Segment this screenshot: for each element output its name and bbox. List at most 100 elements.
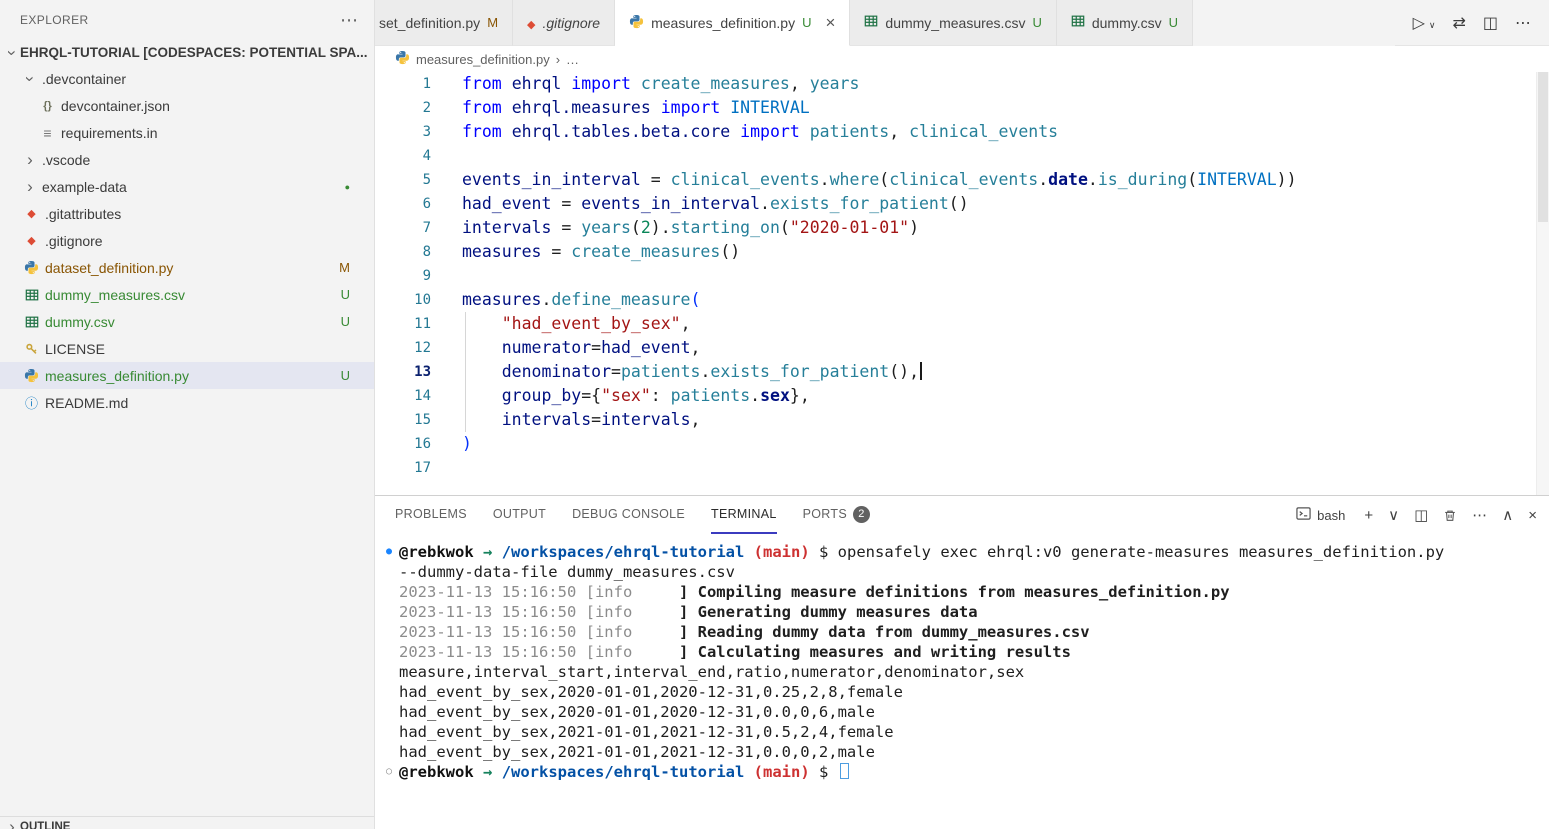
terminal-output[interactable]: ●@rebkwok → /workspaces/ehrql-tutorial (… xyxy=(375,534,1549,829)
tree-item-.gitattributes[interactable]: ◆.gitattributes xyxy=(0,200,374,227)
file-label: example-data xyxy=(42,179,127,195)
code-line-13[interactable]: 13 denominator=patients.exists_for_patie… xyxy=(375,360,1549,384)
decoration-spacer xyxy=(379,662,399,682)
tab-dummy_measures.csv[interactable]: dummy_measures.csvU xyxy=(850,0,1056,46)
code-line-5[interactable]: 5events_in_interval = clinical_events.wh… xyxy=(375,168,1549,192)
terminal-text: had_event_by_sex,2021-01-01,2021-12-31,0… xyxy=(399,722,894,742)
run-dropdown-icon[interactable]: ∨ xyxy=(1429,20,1436,31)
kill-terminal-icon[interactable] xyxy=(1443,508,1457,523)
bottom-panel: PROBLEMS OUTPUT DEBUG CONSOLE TERMINAL PORTS… xyxy=(375,495,1549,829)
line-number[interactable]: 13 xyxy=(375,360,431,384)
line-number[interactable]: 6 xyxy=(375,192,431,216)
code-line-4[interactable]: 4 xyxy=(375,144,1549,168)
terminal-text: 2023-11-13 15:16:50 [info ] Compiling me… xyxy=(399,582,1230,602)
split-terminal-icon[interactable]: ◫ xyxy=(1414,506,1428,524)
code-line-7[interactable]: 7intervals = years(2).starting_on("2020-… xyxy=(375,216,1549,240)
workspace-root-label: EHRQL-TUTORIAL [CODESPACES: POTENTIAL SP… xyxy=(20,45,368,60)
line-number[interactable]: 12 xyxy=(375,336,431,360)
breadcrumb-file[interactable]: measures_definition.py xyxy=(416,52,550,67)
line-number[interactable]: 5 xyxy=(375,168,431,192)
code-text: intervals=intervals, xyxy=(431,408,700,432)
git-status-badge: U xyxy=(1169,15,1178,30)
tree-item-dummy.csv[interactable]: dummy.csvU xyxy=(0,308,374,335)
panel-tab-debug-console[interactable]: DEBUG CONSOLE xyxy=(572,496,685,534)
line-number[interactable]: 10 xyxy=(375,288,431,312)
close-panel-icon[interactable]: × xyxy=(1528,507,1537,524)
panel-tab-output[interactable]: OUTPUT xyxy=(493,496,546,534)
terminal-line: 2023-11-13 15:16:50 [info ] Reading dumm… xyxy=(379,622,1549,642)
breadcrumb-symbol[interactable]: … xyxy=(566,52,579,67)
code-text: group_by={"sex": patients.sex}, xyxy=(431,384,810,408)
line-number[interactable]: 3 xyxy=(375,120,431,144)
tree-item-LICENSE[interactable]: LICENSE xyxy=(0,335,374,362)
line-number[interactable]: 17 xyxy=(375,456,431,480)
line-number[interactable]: 2 xyxy=(375,96,431,120)
line-number[interactable]: 15 xyxy=(375,408,431,432)
editor-more-actions-icon[interactable]: ⋯ xyxy=(1515,13,1531,33)
line-number[interactable]: 4 xyxy=(375,144,431,168)
maximize-panel-icon[interactable]: ∧ xyxy=(1502,506,1513,524)
run-button[interactable]: ▷ xyxy=(1413,13,1425,33)
untracked-dot-icon: ● xyxy=(345,182,350,192)
tab-.gitignore[interactable]: ◆.gitignore xyxy=(513,0,615,46)
line-number[interactable]: 9 xyxy=(375,264,431,288)
code-line-12[interactable]: 12 numerator=had_event, xyxy=(375,336,1549,360)
code-line-3[interactable]: 3from ehrql.tables.beta.core import pati… xyxy=(375,120,1549,144)
tree-item-dummy_measures.csv[interactable]: dummy_measures.csvU xyxy=(0,281,374,308)
code-line-10[interactable]: 10measures.define_measure( xyxy=(375,288,1549,312)
new-terminal-button[interactable]: + xyxy=(1364,507,1373,524)
line-number[interactable]: 8 xyxy=(375,240,431,264)
code-line-2[interactable]: 2from ehrql.measures import INTERVAL xyxy=(375,96,1549,120)
scrollbar-thumb[interactable] xyxy=(1538,72,1548,222)
tree-item-README.md[interactable]: ⓘREADME.md xyxy=(0,389,374,416)
close-tab-icon[interactable]: × xyxy=(825,13,835,33)
tree-item-.gitignore[interactable]: ◆.gitignore xyxy=(0,227,374,254)
tree-item-.vscode[interactable]: .vscode xyxy=(0,146,374,173)
line-number[interactable]: 11 xyxy=(375,312,431,336)
compare-changes-icon[interactable]: ⇄ xyxy=(1452,13,1465,33)
tree-item-measures_definition.py[interactable]: measures_definition.pyU xyxy=(0,362,374,389)
line-number[interactable]: 14 xyxy=(375,384,431,408)
code-line-1[interactable]: 1from ehrql import create_measures, year… xyxy=(375,72,1549,96)
tab-dummy.csv[interactable]: dummy.csvU xyxy=(1057,0,1193,46)
code-text xyxy=(431,456,462,480)
panel-more-actions-icon[interactable]: ⋯ xyxy=(1472,506,1487,524)
line-number[interactable]: 7 xyxy=(375,216,431,240)
code-line-6[interactable]: 6had_event = events_in_interval.exists_f… xyxy=(375,192,1549,216)
tree-item-example-data[interactable]: example-data ● xyxy=(0,173,374,200)
workspace-root-folder[interactable]: EHRQL-TUTORIAL [CODESPACES: POTENTIAL SP… xyxy=(0,40,374,65)
terminal-icon xyxy=(1296,506,1311,524)
code-line-8[interactable]: 8measures = create_measures() xyxy=(375,240,1549,264)
outline-section[interactable]: OUTLINE xyxy=(0,816,374,829)
explorer-more-actions-icon[interactable]: ⋯ xyxy=(340,10,358,31)
terminal-line: 2023-11-13 15:16:50 [info ] Calculating … xyxy=(379,642,1549,662)
panel-tab-terminal[interactable]: TERMINAL xyxy=(711,496,777,534)
line-number[interactable]: 1 xyxy=(375,72,431,96)
panel-tab-problems[interactable]: PROBLEMS xyxy=(395,496,467,534)
code-line-9[interactable]: 9 xyxy=(375,264,1549,288)
panel-tab-label: DEBUG CONSOLE xyxy=(572,507,685,521)
git-status-badge: M xyxy=(487,15,498,30)
split-editor-icon[interactable]: ◫ xyxy=(1483,13,1498,33)
code-line-11[interactable]: 11 "had_event_by_sex", xyxy=(375,312,1549,336)
tree-item-dataset_definition.py[interactable]: dataset_definition.pyM xyxy=(0,254,374,281)
tab-set_definition.py[interactable]: set_definition.pyM xyxy=(375,0,513,46)
panel-tab-ports[interactable]: PORTS2 xyxy=(803,496,870,534)
decoration-spacer xyxy=(379,722,399,742)
explorer-sidebar: EXPLORER ⋯ EHRQL-TUTORIAL [CODESPACES: P… xyxy=(0,0,375,829)
terminal-dropdown-icon[interactable]: ∨ xyxy=(1388,506,1399,524)
code-editor[interactable]: 1from ehrql import create_measures, year… xyxy=(375,72,1549,495)
editor-scrollbar[interactable] xyxy=(1536,72,1549,495)
tree-item-requirements.in[interactable]: ≡requirements.in xyxy=(0,119,374,146)
code-line-16[interactable]: 16) xyxy=(375,432,1549,456)
tree-item-.devcontainer[interactable]: .devcontainer xyxy=(0,65,374,92)
breadcrumb[interactable]: measures_definition.py › … xyxy=(375,46,1549,72)
bash-terminal-button[interactable]: bash xyxy=(1296,506,1345,524)
tab-measures_definition.py[interactable]: measures_definition.pyU× xyxy=(615,0,850,46)
code-line-14[interactable]: 14 group_by={"sex": patients.sex}, xyxy=(375,384,1549,408)
file-label: dummy.csv xyxy=(45,314,115,330)
code-line-17[interactable]: 17 xyxy=(375,456,1549,480)
code-line-15[interactable]: 15 intervals=intervals, xyxy=(375,408,1549,432)
line-number[interactable]: 16 xyxy=(375,432,431,456)
tree-item-devcontainer.json[interactable]: {}devcontainer.json xyxy=(0,92,374,119)
